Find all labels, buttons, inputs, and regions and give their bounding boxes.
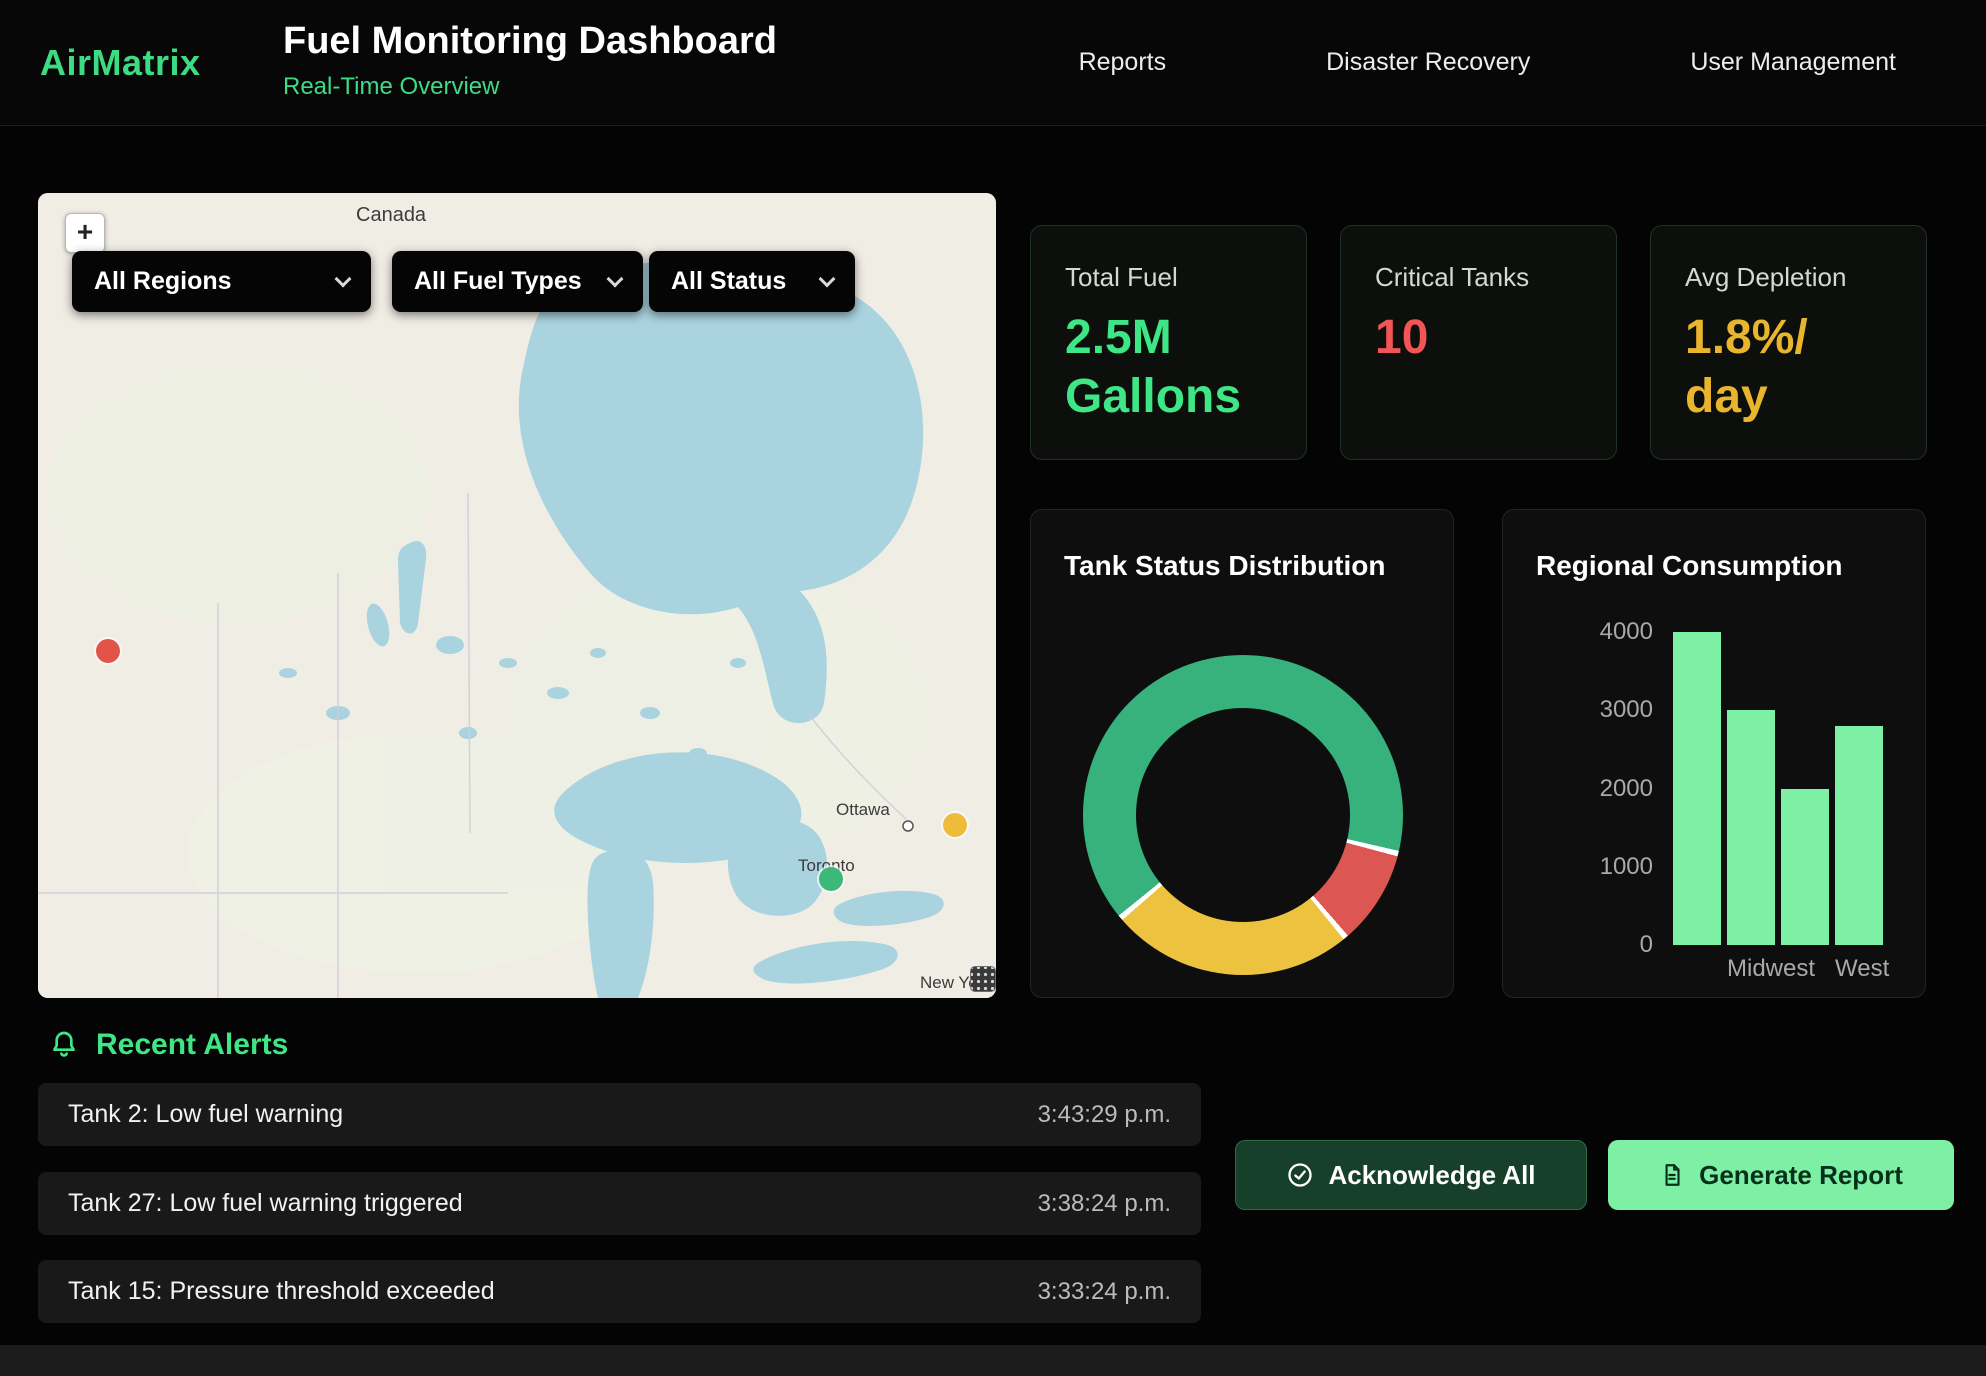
bottom-strip xyxy=(0,1345,1986,1376)
y-axis-tick-label: 0 xyxy=(1640,931,1653,959)
nav-user-management[interactable]: User Management xyxy=(1690,48,1896,77)
fuel-monitoring-dashboard: AirMatrix Fuel Monitoring Dashboard Real… xyxy=(0,0,1986,1376)
x-axis-tick-label xyxy=(1673,955,1721,983)
tank-status-card: Tank Status Distribution xyxy=(1030,509,1454,998)
regional-x-labels: Midwest West xyxy=(1673,955,1883,983)
lake-michigan xyxy=(587,849,653,998)
chevron-down-icon xyxy=(335,270,352,287)
header-titles: Fuel Monitoring Dashboard Real-Time Over… xyxy=(283,20,777,101)
nav-reports[interactable]: Reports xyxy=(1079,48,1167,77)
regional-bar-plot[interactable] xyxy=(1673,632,1883,945)
page-subtitle: Real-Time Overview xyxy=(283,73,777,101)
region-filter-value: All Regions xyxy=(94,267,232,296)
stat-label: Avg Depletion xyxy=(1685,262,1892,293)
x-axis-tick-label: Midwest xyxy=(1727,955,1775,983)
map-resize-handle[interactable] xyxy=(970,966,996,992)
map-marker-warning[interactable] xyxy=(943,813,967,837)
critical-tanks-value: 10 xyxy=(1375,309,1582,368)
tank-status-title: Tank Status Distribution xyxy=(1064,550,1386,582)
avg-depletion-card: Avg Depletion 1.8%/ day xyxy=(1650,225,1927,460)
y-axis-tick-label: 2000 xyxy=(1600,775,1653,803)
generate-report-button[interactable]: Generate Report xyxy=(1608,1140,1954,1210)
acknowledge-all-button[interactable]: Acknowledge All xyxy=(1235,1140,1587,1210)
total-fuel-card: Total Fuel 2.5M Gallons xyxy=(1030,225,1307,460)
tank-map[interactable]: Canada Ottawa Toronto New York + All Reg… xyxy=(38,193,996,998)
alert-row[interactable]: Tank 2: Low fuel warning 3:43:29 p.m. xyxy=(38,1083,1201,1146)
app-logo: AirMatrix xyxy=(40,42,201,84)
tank-status-donut[interactable] xyxy=(1083,655,1403,975)
x-axis-tick-label xyxy=(1781,955,1829,983)
x-axis-tick-label: West xyxy=(1835,955,1883,983)
regional-consumption-title: Regional Consumption xyxy=(1536,550,1842,582)
y-axis-tick-label: 1000 xyxy=(1600,853,1653,881)
map-marker-critical[interactable] xyxy=(96,639,120,663)
total-fuel-value: 2.5M Gallons xyxy=(1065,309,1272,426)
recent-alerts-title: Recent Alerts xyxy=(96,1028,288,1062)
status-filter-dropdown[interactable]: All Status xyxy=(649,251,855,312)
chevron-down-icon xyxy=(819,270,836,287)
consumption-bar xyxy=(1727,710,1775,945)
alert-timestamp: 3:43:29 p.m. xyxy=(1038,1101,1171,1129)
acknowledge-all-label: Acknowledge All xyxy=(1328,1160,1535,1191)
app-header: AirMatrix Fuel Monitoring Dashboard Real… xyxy=(0,0,1986,126)
status-filter-value: All Status xyxy=(671,267,786,296)
regional-consumption-card: Regional Consumption 0 1000 2000 3000 4000 M… xyxy=(1502,509,1926,998)
alert-row[interactable]: Tank 15: Pressure threshold exceeded 3:3… xyxy=(38,1260,1201,1323)
stat-label: Total Fuel xyxy=(1065,262,1272,293)
map-canvas: Canada Ottawa Toronto New York xyxy=(38,193,996,998)
ottawa-city-dot xyxy=(903,821,913,831)
generate-report-label: Generate Report xyxy=(1699,1160,1903,1191)
alert-timestamp: 3:38:24 p.m. xyxy=(1038,1190,1171,1218)
regional-y-axis: 01000200030004000 xyxy=(1563,632,1659,945)
donut-hole xyxy=(1136,708,1350,922)
chevron-down-icon xyxy=(607,270,624,287)
map-marker-normal[interactable] xyxy=(819,867,843,891)
consumption-bar xyxy=(1673,632,1721,945)
y-axis-tick-label: 4000 xyxy=(1600,618,1653,646)
fuel-type-filter-dropdown[interactable]: All Fuel Types xyxy=(392,251,643,312)
alert-message: Tank 2: Low fuel warning xyxy=(68,1100,343,1129)
bell-icon xyxy=(48,1029,80,1061)
y-axis-tick-label: 3000 xyxy=(1600,696,1653,724)
consumption-bar xyxy=(1835,726,1883,945)
alert-message: Tank 27: Low fuel warning triggered xyxy=(68,1189,463,1218)
fuel-type-filter-value: All Fuel Types xyxy=(414,267,582,296)
document-icon xyxy=(1659,1162,1685,1188)
alert-timestamp: 3:33:24 p.m. xyxy=(1038,1278,1171,1306)
alert-row[interactable]: Tank 27: Low fuel warning triggered 3:38… xyxy=(38,1172,1201,1235)
check-circle-icon xyxy=(1286,1161,1314,1189)
nav-disaster-recovery[interactable]: Disaster Recovery xyxy=(1326,48,1530,77)
alert-message: Tank 15: Pressure threshold exceeded xyxy=(68,1277,495,1306)
region-filter-dropdown[interactable]: All Regions xyxy=(72,251,371,312)
stat-label: Critical Tanks xyxy=(1375,262,1582,293)
consumption-bar xyxy=(1781,789,1829,946)
map-zoom-in-button[interactable]: + xyxy=(65,213,105,253)
label-canada: Canada xyxy=(356,204,427,226)
critical-tanks-card: Critical Tanks 10 xyxy=(1340,225,1617,460)
label-ottawa: Ottawa xyxy=(836,800,890,819)
page-title: Fuel Monitoring Dashboard xyxy=(283,20,777,63)
top-navigation: Reports Disaster Recovery User Managemen… xyxy=(1079,0,1896,125)
recent-alerts-heading: Recent Alerts xyxy=(48,1028,288,1062)
avg-depletion-value: 1.8%/ day xyxy=(1685,309,1892,426)
